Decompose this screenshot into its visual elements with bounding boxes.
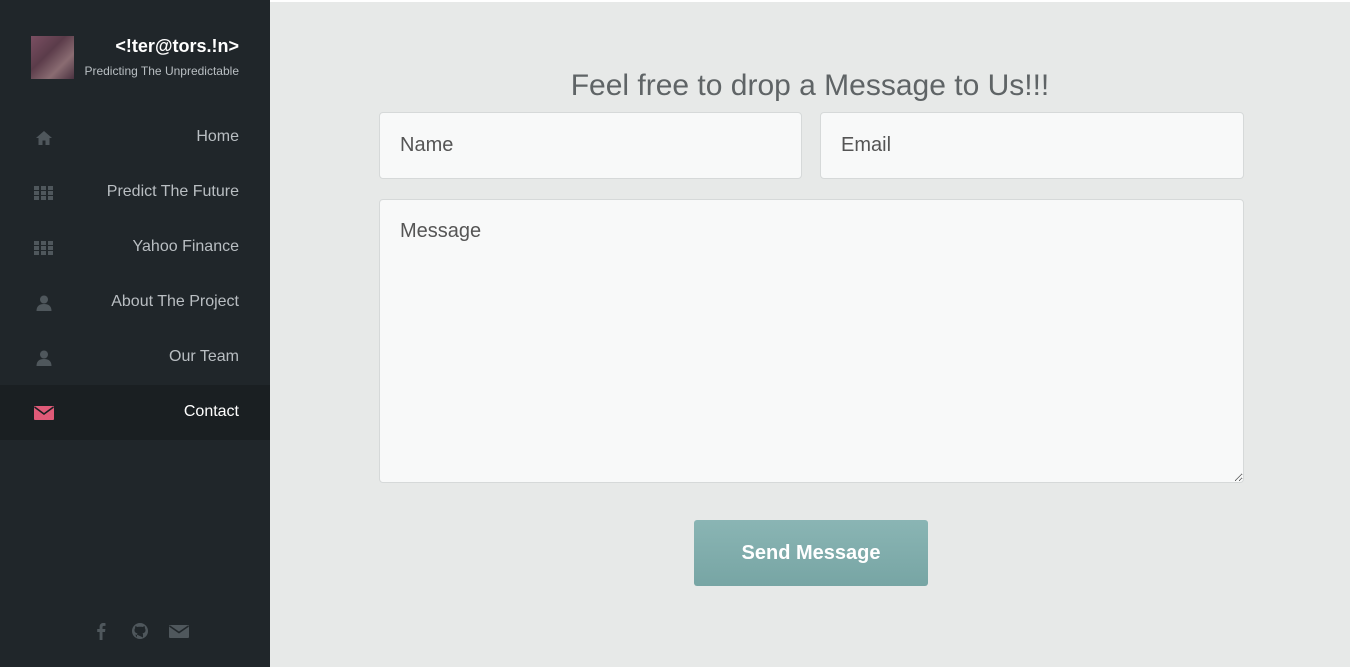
sidebar-nav: Home Predict The Future Yahoo Finance Ab… (0, 110, 270, 440)
sidebar-item-about-the-project[interactable]: About The Project (0, 275, 270, 330)
github-icon[interactable] (129, 620, 151, 642)
sidebar-item-contact[interactable]: Contact (0, 385, 270, 440)
brand: <!ter@tors.!n> Predicting The Unpredicta… (0, 0, 270, 110)
sidebar: <!ter@tors.!n> Predicting The Unpredicta… (0, 0, 270, 667)
sidebar-item-our-team[interactable]: Our Team (0, 330, 270, 385)
name-field[interactable] (379, 112, 802, 179)
user-icon (34, 348, 54, 368)
sidebar-item-label: Contact (183, 403, 239, 420)
home-icon (34, 128, 54, 148)
avatar (31, 36, 74, 79)
social-links (90, 620, 190, 642)
brand-subtitle: Predicting The Unpredictable (84, 64, 239, 78)
sidebar-item-label: Yahoo Finance (132, 238, 239, 255)
page-title: Feel free to drop a Message to Us!!! (570, 69, 1050, 102)
sidebar-item-label: Predict The Future (106, 183, 239, 200)
sidebar-item-label: About The Project (111, 293, 239, 310)
grid-icon (34, 238, 54, 258)
grid-icon (34, 183, 54, 203)
message-field[interactable] (379, 199, 1244, 483)
brand-title[interactable]: <!ter@tors.!n> (115, 36, 239, 57)
facebook-icon[interactable] (90, 620, 112, 642)
sidebar-item-home[interactable]: Home (0, 110, 270, 165)
sidebar-item-label: Home (196, 128, 239, 145)
sidebar-item-predict-the-future[interactable]: Predict The Future (0, 165, 270, 220)
sidebar-item-yahoo-finance[interactable]: Yahoo Finance (0, 220, 270, 275)
send-message-button[interactable]: Send Message (694, 520, 928, 586)
email-field[interactable] (820, 112, 1244, 179)
main-content: Feel free to drop a Message to Us!!! Sen… (270, 0, 1350, 667)
user-icon (34, 293, 54, 313)
envelope-icon (34, 403, 54, 423)
sidebar-item-label: Our Team (169, 348, 239, 365)
envelope-icon[interactable] (168, 620, 190, 642)
